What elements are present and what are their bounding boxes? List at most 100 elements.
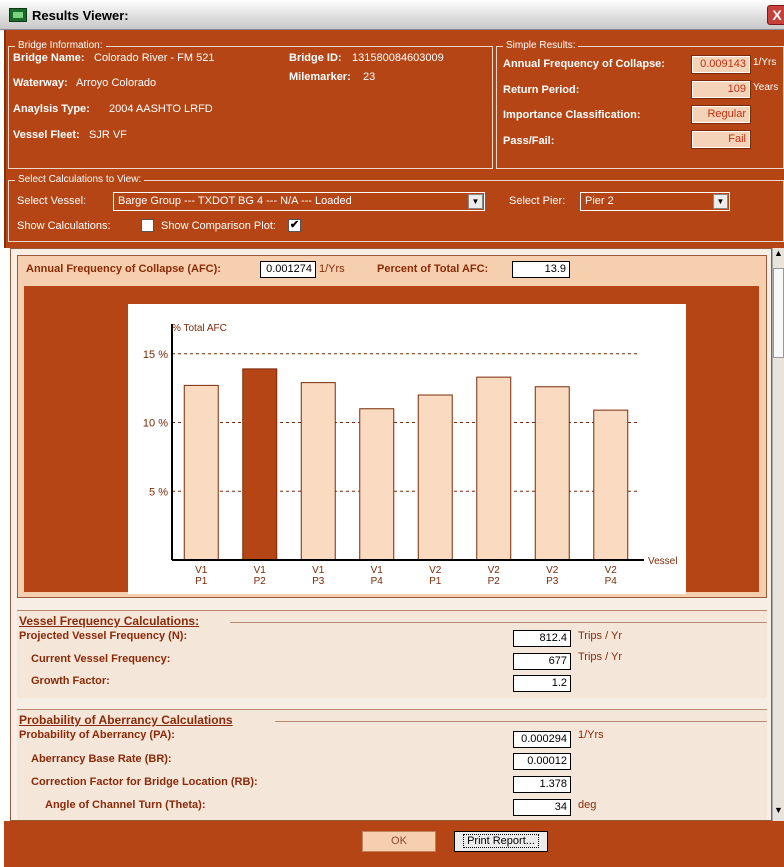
scroll-thumb[interactable] [773,268,784,358]
afc-panel-unit: 1/Yrs [319,263,345,275]
x-tick-label: P4 [371,576,384,587]
vessel-frequency-section: Vessel Frequency Calculations: Projected… [17,610,767,698]
simple-results-group: Simple Results: Annual Frequency of Coll… [496,40,784,169]
window-title: Results Viewer: [32,8,129,23]
x-tick-label: V2 [546,565,559,576]
x-tick-label: V1 [195,565,208,576]
vertical-scrollbar[interactable]: ▲ ▼ [772,248,784,821]
x-tick-label: V2 [605,565,618,576]
comparison-chart: 5 % 10 % 15 %% Total AFC V1 P1 V1 P2 V1 P3 V1 P4 V2… [128,304,686,594]
show-calculations-label: Show Calculations: [17,220,111,232]
show-comparison-label: Show Comparison Plot: [161,220,276,232]
return-period-unit: Years [753,82,779,93]
pa-row-value: 34 [513,799,571,816]
importance-label: Importance Classification: [503,109,641,121]
ok-button[interactable]: OK [362,831,436,852]
y-axis-label: % Total AFC [172,323,227,334]
pa-row-label: Probability of Aberrancy (PA): [19,729,175,741]
pass-fail-label: Pass/Fail: [503,135,555,147]
vf-row-label: Growth Factor: [31,675,110,687]
pa-row-unit: deg [578,799,597,811]
pa-row-value: 0.000294 [513,731,571,748]
chart-background: 5 % 10 % 15 %% Total AFC V1 P1 V1 P2 V1 P3 V1 P4 V2… [24,286,759,594]
simple-results-title: Simple Results: [503,40,579,51]
vessel-select-value: Barge Group --- TXDOT BG 4 --- N/A --- L… [118,195,352,207]
bar [476,376,512,561]
pier-select-value: Pier 2 [585,195,614,207]
importance-value: Regular [691,105,751,124]
return-period-label: Return Period: [503,84,580,96]
chevron-down-icon[interactable]: ▼ [468,194,483,209]
scroll-down-icon[interactable]: ▼ [773,805,784,821]
pct-total-afc-label: Percent of Total AFC: [377,263,489,275]
pa-row-label: Angle of Channel Turn (Theta): [45,799,206,811]
vessel-select[interactable]: Barge Group --- TXDOT BG 4 --- N/A --- L… [113,192,485,211]
close-button[interactable]: X [767,5,784,25]
bridge-name-label: Bridge Name: [13,52,85,64]
vf-row-label: Projected Vessel Frequency (N): [19,630,188,642]
x-tick-label: P1 [429,576,442,587]
bar [534,386,570,561]
results-header-panel: Bridge Information: Bridge Name: Colorad… [4,30,784,248]
scroll-up-icon[interactable]: ▲ [773,248,784,264]
calculations-content[interactable]: Annual Frequency of Collapse (AFC): 0.00… [10,248,772,821]
afc-label: Annual Frequency of Collapse: [503,58,665,70]
return-period-value: 109 [691,80,751,99]
vf-row-label: Current Vessel Frequency: [31,653,171,665]
bridge-info-group: Bridge Information: Bridge Name: Colorad… [8,40,493,169]
vessel-frequency-title: Vessel Frequency Calculations: [19,614,200,628]
select-pier-label: Select Pier: [509,195,566,207]
x-tick-label: P1 [195,576,208,587]
bar [593,409,629,561]
bar [242,368,278,561]
show-calculations-checkbox[interactable] [141,219,154,232]
x-tick-label: P2 [488,576,501,587]
y-tick-label: 15 % [143,349,168,361]
pct-total-afc-value: 13.9 [512,261,570,278]
button-bar: OK Print Report... [4,821,784,867]
print-report-label: Print Report... [463,834,539,848]
x-tick-label: V1 [371,565,384,576]
analysis-type-label: Anaylsis Type: [13,103,90,115]
section-divider [275,721,767,722]
milemarker-value: 23 [363,71,376,83]
x-tick-label: P4 [605,576,618,587]
chevron-down-icon[interactable]: ▼ [713,194,728,209]
bar [183,384,219,561]
waterway-label: Waterway: [13,77,68,89]
print-report-button[interactable]: Print Report... [454,831,548,852]
vf-row-unit: Trips / Yr [578,630,623,642]
bar [417,394,453,561]
x-axis-label: Vessel [648,556,677,567]
bridge-id-value: 131580084603009 [352,52,444,64]
x-tick-label: V2 [488,565,501,576]
x-tick-label: P3 [312,576,325,587]
y-tick-label: 5 % [149,486,168,498]
select-vessel-label: Select Vessel: [17,195,87,207]
x-tick-label: P2 [254,576,267,587]
waterway-value: Arroyo Colorado [76,77,157,89]
show-comparison-checkbox[interactable]: ✔ [288,219,301,232]
vf-row-value: 812.4 [513,630,571,647]
aberrancy-title: Probability of Aberrancy Calculations [19,713,233,727]
select-calcs-group: Select Calculations to View: Select Vess… [8,174,784,242]
bridge-name-value: Colorado River - FM 521 [94,52,215,64]
title-bar: Results Viewer: X [0,0,784,30]
vf-row-value: 1.2 [513,675,571,692]
app-icon [9,8,27,22]
milemarker-label: Milemarker: [289,71,351,83]
bar [300,382,336,561]
pa-row-label: Correction Factor for Bridge Location (R… [31,776,258,788]
vessel-fleet-label: Vessel Fleet: [13,129,80,141]
y-tick-label: 10 % [143,418,168,430]
pier-select[interactable]: Pier 2 ▼ [580,192,730,211]
x-tick-label: V2 [429,565,442,576]
pa-row-value: 1.378 [513,776,571,793]
x-tick-label: V1 [312,565,325,576]
bar [359,408,395,561]
pa-row-label: Aberrancy Base Rate (BR): [31,753,172,765]
select-calcs-title: Select Calculations to View: [15,174,145,185]
vessel-fleet-value: SJR VF [89,129,127,141]
analysis-type-value: 2004 AASHTO LRFD [109,103,213,115]
section-divider [230,622,767,623]
